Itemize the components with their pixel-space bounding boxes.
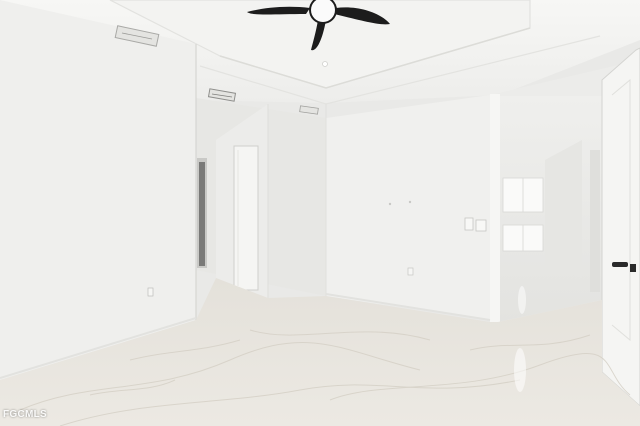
thermostat-dot <box>388 202 392 206</box>
room-photo: FGCMLS <box>0 0 640 426</box>
door-latch <box>630 264 636 272</box>
door-handle <box>612 262 628 267</box>
hallway-door-jamb <box>590 150 600 292</box>
wall-outlet-2 <box>407 267 414 276</box>
recessed-light-icon <box>322 61 328 67</box>
floor-light-reflection-2 <box>518 286 526 314</box>
open-door <box>601 47 640 407</box>
doorway-trim <box>490 94 500 324</box>
thermostat-dot-2 <box>408 200 412 204</box>
wall-outlet <box>147 287 154 297</box>
hallway-opening-dark <box>199 162 205 266</box>
light-switch-2 <box>475 219 487 232</box>
room-illustration <box>0 0 640 426</box>
watermark-text: FGCMLS <box>3 409 48 420</box>
hallway-side-wall <box>545 140 582 278</box>
floor-light-reflection <box>514 348 526 392</box>
air-vent-icon-3 <box>299 105 319 115</box>
back-wall <box>326 95 490 320</box>
left-wall <box>0 0 196 380</box>
light-switch <box>464 217 474 231</box>
